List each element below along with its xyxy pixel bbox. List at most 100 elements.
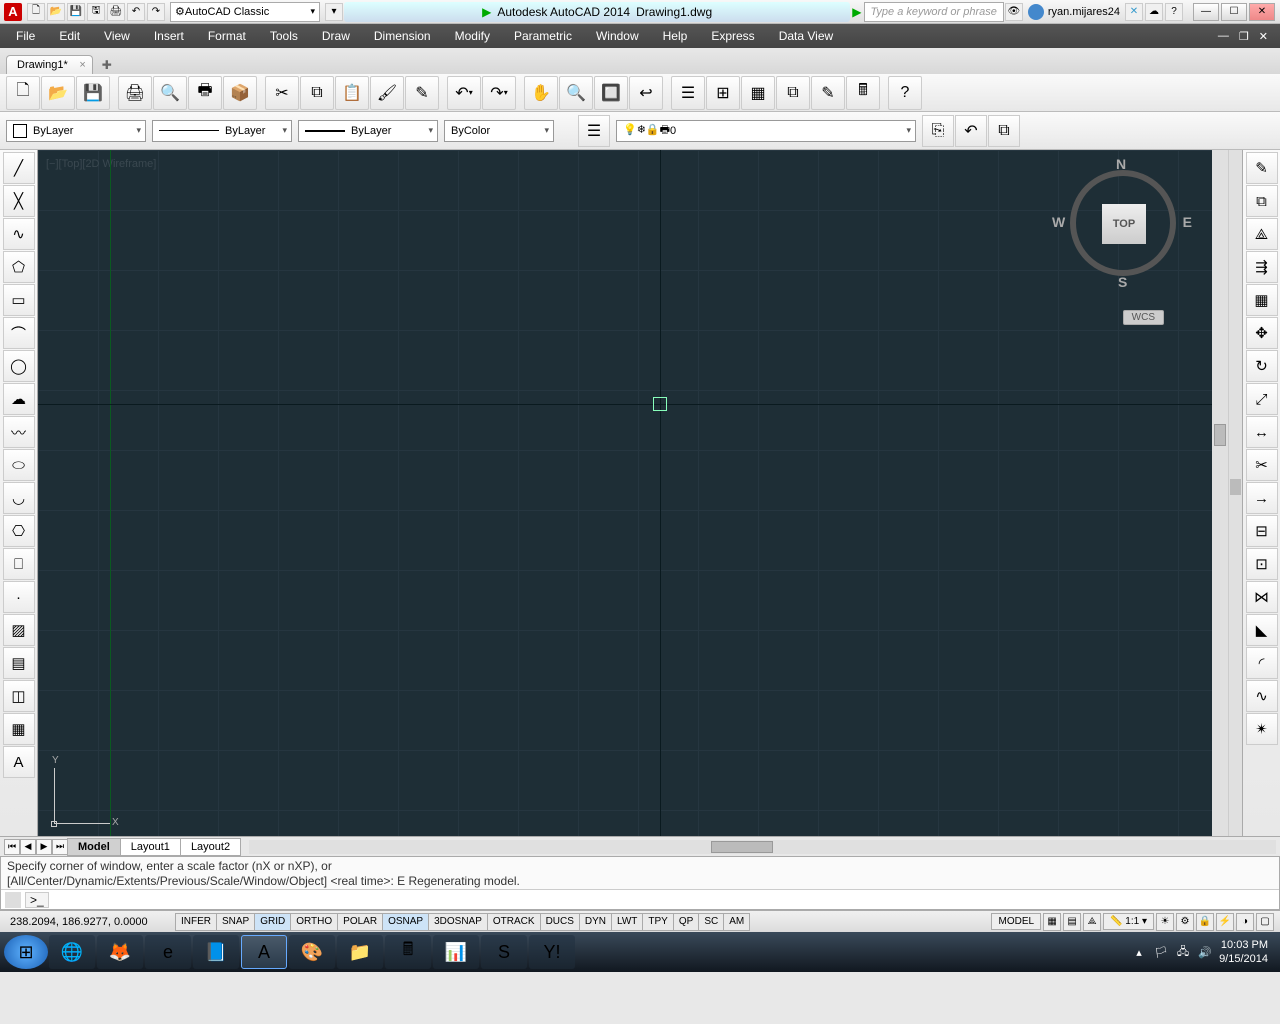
menu-parametric[interactable]: Parametric <box>502 24 584 48</box>
calc-icon[interactable]: 🖩 <box>385 935 431 969</box>
line-icon[interactable]: ╱ <box>3 152 35 184</box>
linetype-combo[interactable]: ByLayer <box>152 120 292 142</box>
break-at-point-icon[interactable]: ⊟ <box>1246 515 1278 547</box>
command-input[interactable]: >_ <box>25 892 49 908</box>
lock-ui-icon[interactable]: 🔒 <box>1196 913 1214 931</box>
start-icon[interactable]: ⊞ <box>4 935 48 969</box>
hatch-icon[interactable]: ▨ <box>3 614 35 646</box>
copy-icon[interactable]: ⧉ <box>1246 185 1278 217</box>
join-icon[interactable]: ⋈ <box>1246 581 1278 613</box>
viewcube[interactable]: TOP N S E W <box>1058 158 1188 288</box>
menu-insert[interactable]: Insert <box>142 24 196 48</box>
pan-icon[interactable]: ✋ <box>524 76 558 110</box>
viewcube-east[interactable]: E <box>1183 214 1192 230</box>
stretch-icon[interactable]: ↔ <box>1246 416 1278 448</box>
qat-save-icon[interactable]: 💾 <box>67 3 85 21</box>
array-icon[interactable]: ▦ <box>1246 284 1278 316</box>
viewcube-south[interactable]: S <box>1118 274 1127 290</box>
menu-dimension[interactable]: Dimension <box>362 24 443 48</box>
clean-screen-icon[interactable]: ▢ <box>1256 913 1274 931</box>
status-sc[interactable]: SC <box>698 913 724 931</box>
sheetset-icon[interactable]: ⧉ <box>776 76 810 110</box>
trim-icon[interactable]: ✂ <box>1246 449 1278 481</box>
chrome-icon[interactable]: 🌐 <box>49 935 95 969</box>
status-ortho[interactable]: ORTHO <box>290 913 338 931</box>
status-ducs[interactable]: DUCS <box>540 913 580 931</box>
qat-saveas-icon[interactable]: 🖫 <box>87 3 105 21</box>
annotation-scale-combo[interactable]: 📏 1:1 ▾ <box>1103 913 1154 930</box>
hardware-acceleration-icon[interactable]: ⚡ <box>1216 913 1234 931</box>
menu-help[interactable]: Help <box>651 24 700 48</box>
erase-icon[interactable]: ✎ <box>1246 152 1278 184</box>
layer-states-icon[interactable]: ⎘ <box>922 115 954 147</box>
blend-icon[interactable]: ∿ <box>1246 680 1278 712</box>
matchprop-icon[interactable]: 🖌 <box>370 76 404 110</box>
quick-view-drawings-icon[interactable]: ▤ <box>1063 913 1081 931</box>
firefox-icon[interactable]: 🦊 <box>97 935 143 969</box>
yahoo-icon[interactable]: Y! <box>529 935 575 969</box>
region-icon[interactable]: ◫ <box>3 680 35 712</box>
mirror-icon[interactable]: ⟁ <box>1246 218 1278 250</box>
point-icon[interactable]: · <box>3 581 35 613</box>
rotate-icon[interactable]: ↻ <box>1246 350 1278 382</box>
cut-icon[interactable]: ✂ <box>265 76 299 110</box>
toolpalettes-icon[interactable]: ▦ <box>741 76 775 110</box>
layer-properties-icon[interactable]: ☰ <box>578 115 610 147</box>
command-icon[interactable] <box>5 892 21 908</box>
menu-edit[interactable]: Edit <box>47 24 92 48</box>
qat-open-icon[interactable]: 📂 <box>47 3 65 21</box>
viewcube-north[interactable]: N <box>1116 156 1126 172</box>
extend-icon[interactable]: → <box>1246 482 1278 514</box>
tray-show-hidden-icon[interactable]: ▴ <box>1131 944 1147 960</box>
lineweight-combo[interactable]: ByLayer <box>298 120 438 142</box>
clock[interactable]: 10:03 PM 9/15/2014 <box>1219 938 1268 966</box>
search-input[interactable]: Type a keyword or phrase <box>864 2 1004 22</box>
zoom-window-icon[interactable]: 🔲 <box>594 76 628 110</box>
maximize-button[interactable]: ☐ <box>1221 3 1247 21</box>
quickcalc-icon[interactable]: 🖩 <box>846 76 880 110</box>
help-icon[interactable]: ? <box>888 76 922 110</box>
qat-more-icon[interactable]: ▾ <box>325 3 343 21</box>
qat-new-icon[interactable]: 🗋 <box>27 3 45 21</box>
layer-match-icon[interactable]: ⧉ <box>988 115 1020 147</box>
app-menu-icon[interactable]: A <box>4 3 22 21</box>
doc-tab-drawing1[interactable]: Drawing1* × <box>6 55 93 74</box>
viewport-label[interactable]: [−][Top][2D Wireframe] <box>46 158 156 170</box>
tab-last-icon[interactable]: ⏭ <box>52 839 68 855</box>
viewcube-top[interactable]: TOP <box>1102 204 1146 244</box>
status-osnap[interactable]: OSNAP <box>382 913 429 931</box>
close-button[interactable]: ✕ <box>1249 3 1275 21</box>
menu-tools[interactable]: Tools <box>258 24 310 48</box>
menu-modify[interactable]: Modify <box>443 24 502 48</box>
publish-icon[interactable]: 🖶 <box>188 76 222 110</box>
ellipse-arc-icon[interactable]: ◡ <box>3 482 35 514</box>
coordinates-display[interactable]: 238.2094, 186.9277, 0.0000 <box>6 916 176 928</box>
doc-close-icon[interactable]: ✕ <box>1255 28 1272 45</box>
circle-icon[interactable]: ◯ <box>3 350 35 382</box>
qat-plot-icon[interactable]: 🖨 <box>107 3 125 21</box>
cloud-icon[interactable]: ☁ <box>1145 3 1163 21</box>
files-icon[interactable]: 📁 <box>337 935 383 969</box>
rectangle-icon[interactable]: ▭ <box>3 284 35 316</box>
designcenter-icon[interactable]: ⊞ <box>706 76 740 110</box>
markup-icon[interactable]: ✎ <box>811 76 845 110</box>
break-icon[interactable]: ⊡ <box>1246 548 1278 580</box>
ellipse-icon[interactable]: ⬭ <box>3 449 35 481</box>
drawing-canvas[interactable]: [−][Top][2D Wireframe] Y X TOP N S E W W… <box>38 150 1212 836</box>
horizontal-scrollbar[interactable] <box>249 840 1276 854</box>
doc-tab-close-icon[interactable]: × <box>79 59 85 71</box>
dock-icon[interactable]: 📘 <box>193 935 239 969</box>
status-grid[interactable]: GRID <box>254 913 291 931</box>
tab-prev-icon[interactable]: ◀ <box>20 839 36 855</box>
chamfer-icon[interactable]: ◣ <box>1246 614 1278 646</box>
menu-window[interactable]: Window <box>584 24 651 48</box>
menu-format[interactable]: Format <box>196 24 258 48</box>
copy-icon[interactable]: ⧉ <box>300 76 334 110</box>
search-go-icon[interactable]: ▶ <box>852 5 861 19</box>
tray-volume-icon[interactable]: 🔊 <box>1197 944 1213 960</box>
menu-view[interactable]: View <box>92 24 142 48</box>
status-3dosnap[interactable]: 3DOSNAP <box>428 913 488 931</box>
status-lwt[interactable]: LWT <box>611 913 643 931</box>
explode-icon[interactable]: ✴ <box>1246 713 1278 745</box>
annotation-visibility-icon[interactable]: ☀ <box>1156 913 1174 931</box>
